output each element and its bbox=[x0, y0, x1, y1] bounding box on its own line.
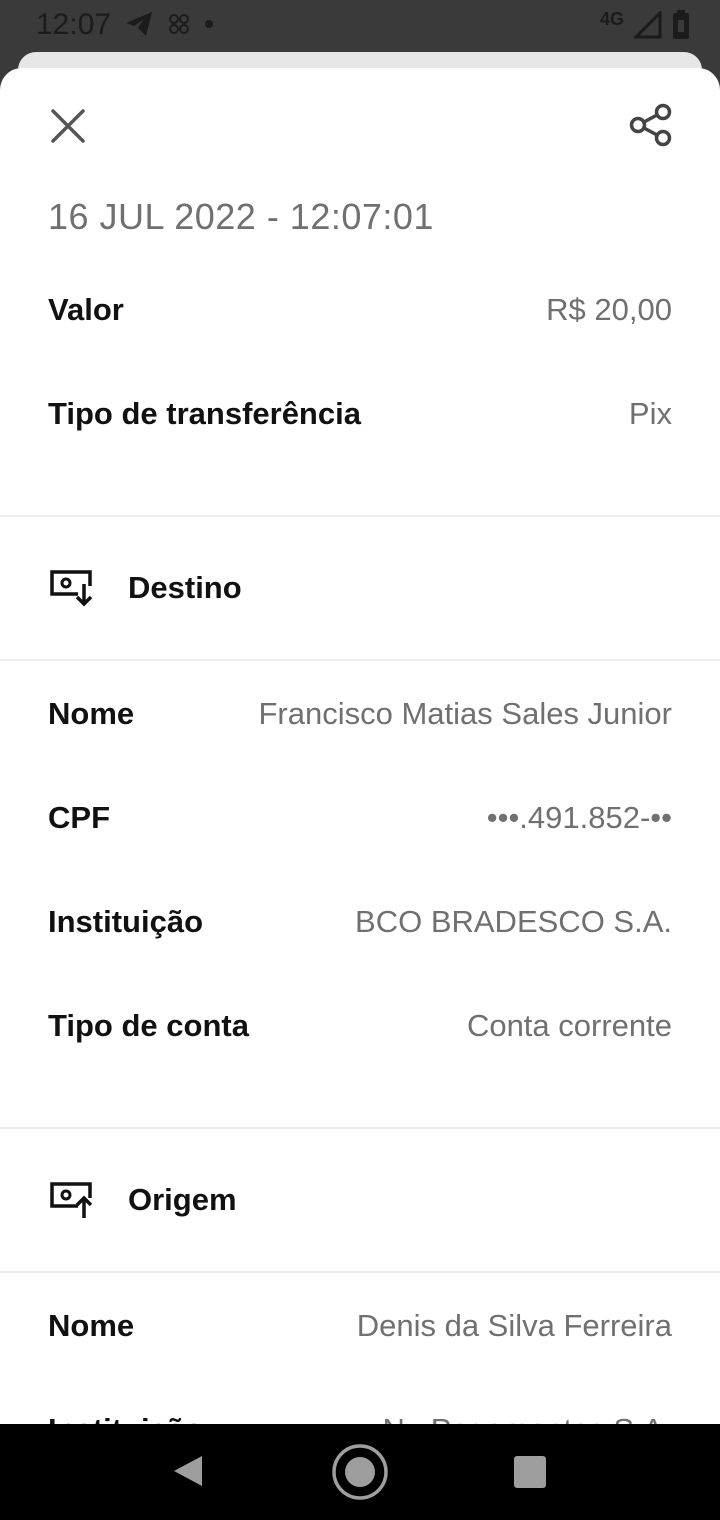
origin-institution-value: Nu Pagamentos S.A. bbox=[383, 1412, 673, 1424]
destination-account-type-row: Tipo de conta Conta corrente bbox=[48, 1004, 672, 1048]
destination-institution-row: Instituição BCO BRADESCO S.A. bbox=[48, 900, 672, 944]
transfer-type-row: Tipo de transferência Pix bbox=[48, 392, 672, 436]
status-system-icons: 4G bbox=[599, 8, 690, 40]
origin-name-value: Denis da Silva Ferreira bbox=[356, 1308, 672, 1343]
back-triangle-icon[interactable] bbox=[172, 1454, 204, 1488]
divider bbox=[0, 515, 720, 517]
destination-name-row: Nome Francisco Matias Sales Junior bbox=[48, 692, 672, 736]
share-button[interactable] bbox=[626, 100, 676, 150]
status-time: 12:07 bbox=[36, 8, 112, 41]
divider bbox=[0, 659, 720, 661]
destination-cpf-label: CPF bbox=[48, 800, 110, 835]
transfer-type-label: Tipo de transferência bbox=[48, 396, 361, 431]
destination-institution-label: Instituição bbox=[48, 904, 204, 939]
close-button[interactable] bbox=[44, 102, 92, 150]
status-notification-icons bbox=[124, 10, 214, 38]
share-icon bbox=[629, 103, 672, 147]
recents-square-icon[interactable] bbox=[514, 1456, 546, 1488]
destination-cpf-value: •••.491.852-•• bbox=[486, 800, 672, 835]
origin-name-label: Nome bbox=[48, 1308, 135, 1343]
origin-section-header: Origem bbox=[48, 1178, 237, 1222]
destination-section-header: Destino bbox=[48, 566, 242, 610]
close-icon bbox=[51, 109, 85, 143]
destination-account-type-label: Tipo de conta bbox=[48, 1008, 249, 1043]
amount-label: Valor bbox=[48, 292, 124, 327]
network-label: 4G bbox=[599, 8, 624, 29]
money-out-icon bbox=[50, 1182, 93, 1218]
system-navigation-bar bbox=[0, 1424, 720, 1520]
destination-name-value: Francisco Matias Sales Junior bbox=[258, 696, 673, 731]
origin-institution-row-clip: Instituição Nu Pagamentos S.A. bbox=[48, 1402, 672, 1424]
destination-cpf-row: CPF •••.491.852-•• bbox=[48, 796, 672, 840]
divider bbox=[0, 1127, 720, 1129]
telegram-icon bbox=[126, 12, 152, 36]
signal-icon bbox=[634, 11, 662, 39]
money-in-icon bbox=[50, 570, 93, 607]
amount-row: Valor R$ 20,00 bbox=[48, 288, 672, 332]
divider bbox=[0, 1271, 720, 1273]
origin-institution-label: Instituição bbox=[48, 1412, 203, 1424]
origin-title: Origem bbox=[128, 1182, 237, 1217]
destination-title: Destino bbox=[128, 570, 242, 605]
origin-name-row: Nome Denis da Silva Ferreira bbox=[48, 1304, 672, 1348]
amount-value: R$ 20,00 bbox=[546, 292, 672, 327]
home-circle-icon[interactable] bbox=[330, 1442, 390, 1502]
transaction-receipt-sheet: 16 JUL 2022 - 12:07:01 Valor R$ 20,00 Ti… bbox=[0, 68, 720, 1424]
battery-icon bbox=[673, 10, 689, 39]
origin-institution-row: Instituição Nu Pagamentos S.A. bbox=[48, 1408, 672, 1424]
dot-icon bbox=[205, 20, 213, 28]
destination-account-type-value: Conta corrente bbox=[466, 1008, 672, 1043]
transfer-type-value: Pix bbox=[628, 396, 672, 431]
destination-institution-value: BCO BRADESCO S.A. bbox=[355, 904, 672, 939]
status-bar: 12:07 4G bbox=[0, 0, 720, 52]
destination-name-label: Nome bbox=[48, 696, 135, 731]
transaction-datetime: 16 JUL 2022 - 12:07:01 bbox=[48, 196, 434, 237]
app-notification-icon bbox=[169, 14, 189, 34]
